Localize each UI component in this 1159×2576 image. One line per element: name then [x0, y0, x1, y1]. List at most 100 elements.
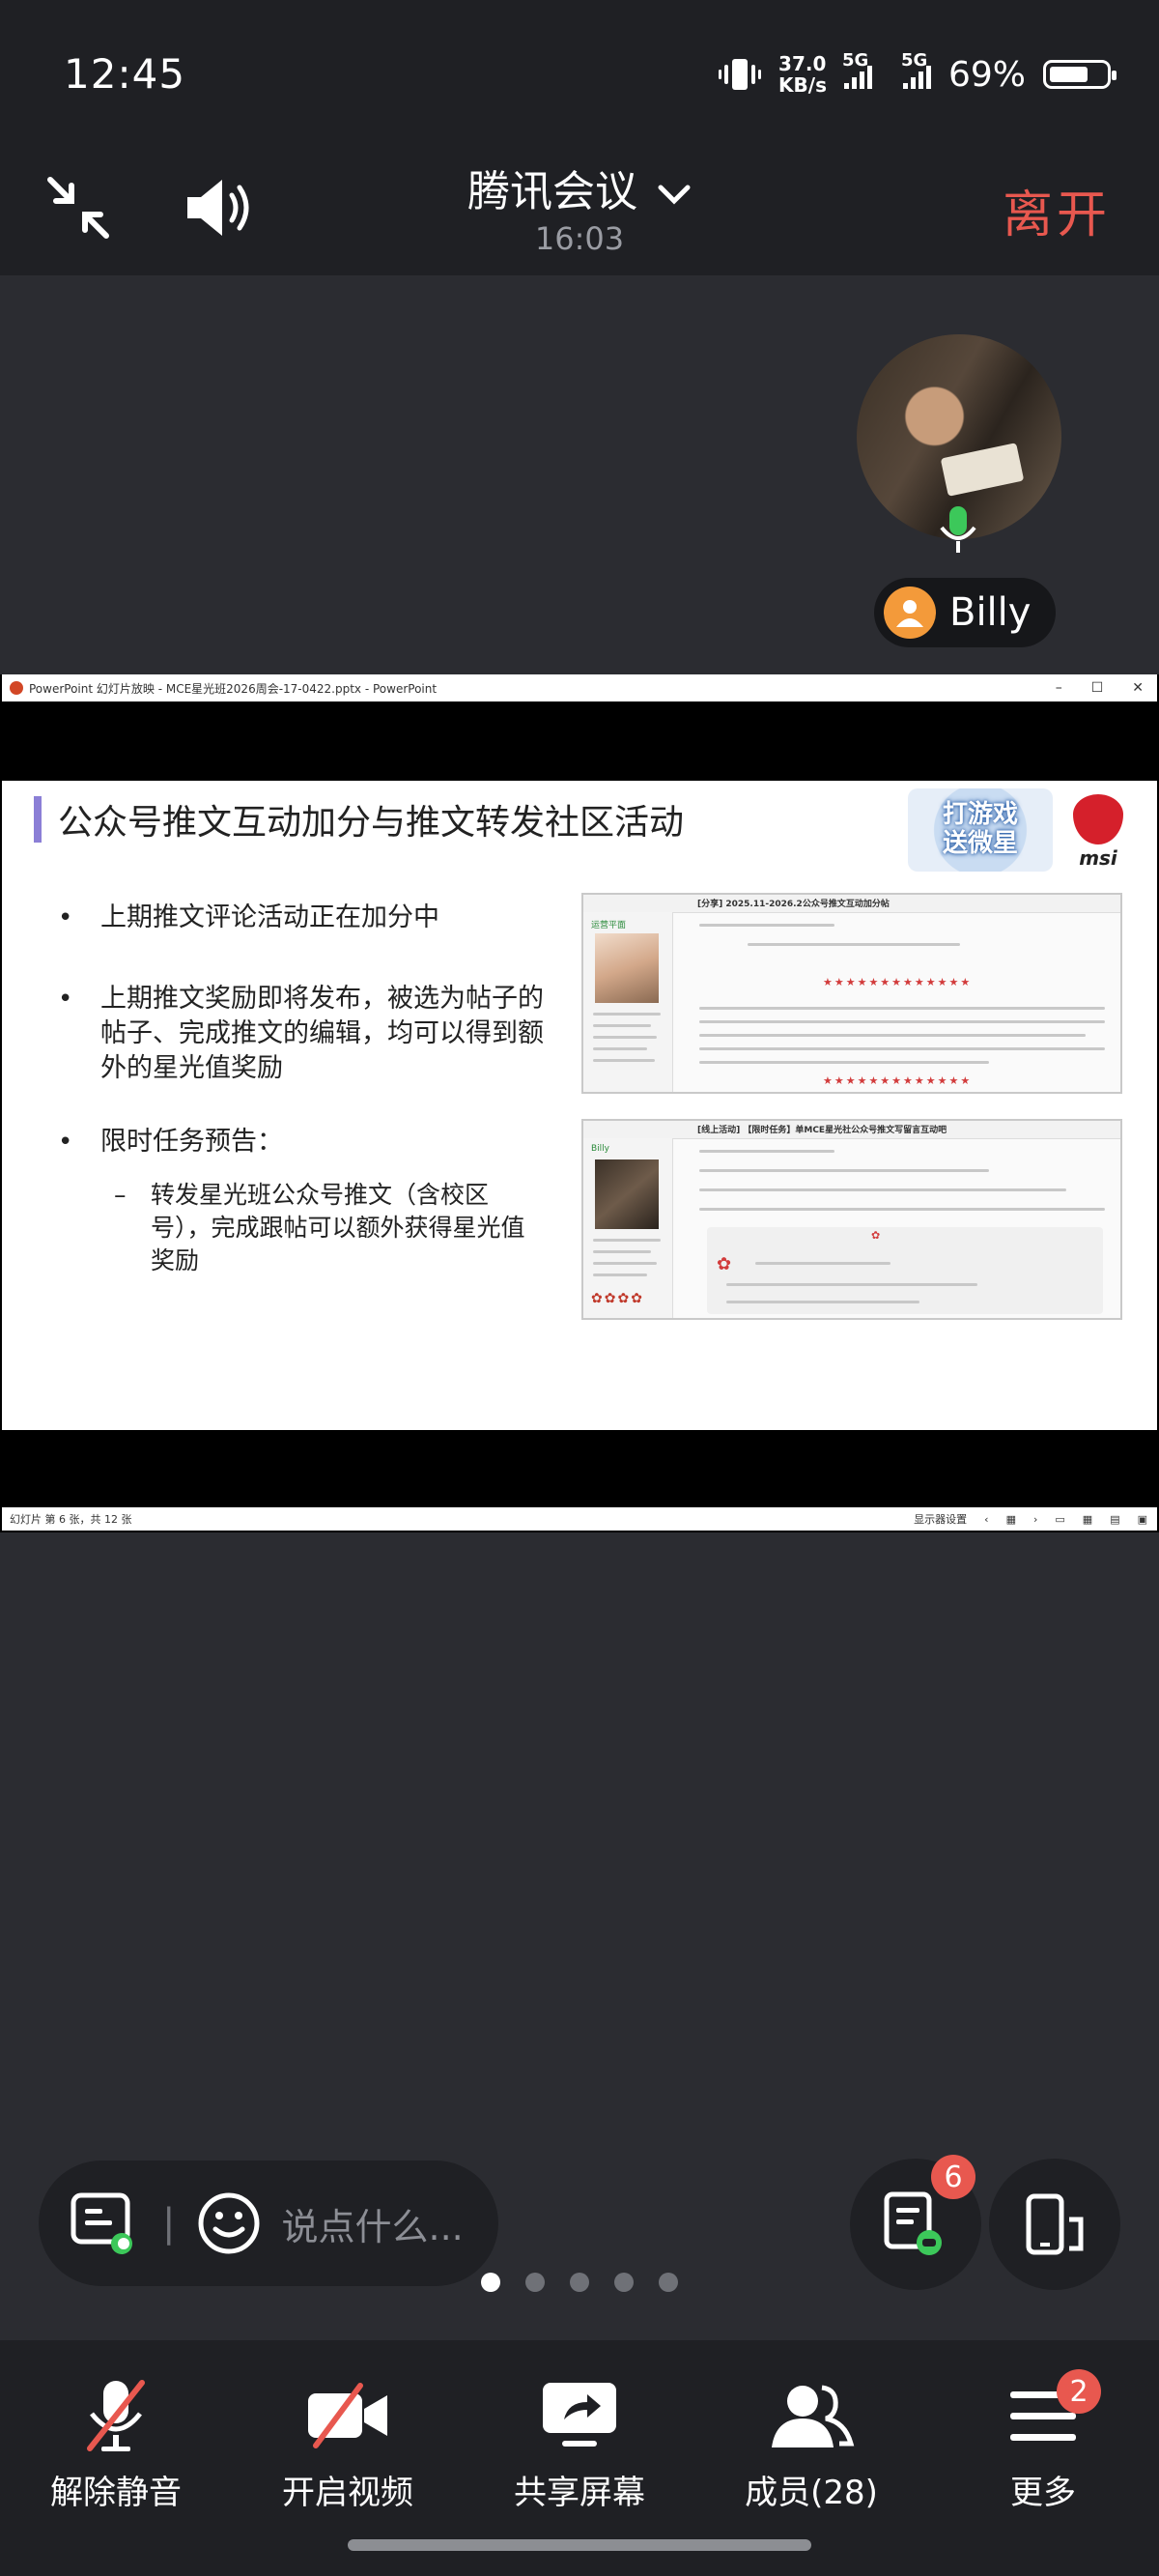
brand-badge-text: 打游戏 送微星 — [942, 800, 1018, 858]
home-indicator[interactable] — [348, 2539, 811, 2551]
forum-post-title: [分享] 2025.11-2026.2公众号推文互动加分帖 — [697, 900, 890, 909]
ppt-statusbar: 幻灯片 第 6 张，共 12 张 显示器设置 ‹ ▦ › ▭ ▦ ▤ ▣ — [2, 1507, 1157, 1531]
slide-bullet: • 上期推文奖励即将发布，被选为帖子的帖子、完成推文的编辑，均可以得到额外的星光… — [58, 982, 545, 1086]
more-badge: 2 — [1057, 2369, 1101, 2414]
switch-device-button[interactable] — [989, 2159, 1120, 2290]
leave-button[interactable]: 离开 — [1003, 174, 1111, 246]
document-icon — [884, 2191, 942, 2255]
status-indicators: 37.0 KB/s 5G 5G 69% — [719, 50, 1117, 99]
battery-icon — [1043, 60, 1117, 89]
chat-bar[interactable]: | 说点什么... — [39, 2161, 498, 2286]
badge-row: ✿✿✿✿ — [591, 1291, 644, 1306]
meeting-timer: 16:03 — [534, 220, 625, 257]
bullet-text: 上期推文评论活动正在加分中 — [100, 902, 439, 932]
forum-user-avatar — [595, 933, 659, 1003]
net-speed-value: 37.0 — [778, 52, 827, 75]
page-dot[interactable] — [525, 2273, 545, 2292]
chat-divider: | — [162, 2201, 176, 2246]
msi-logo-text: msi — [1079, 846, 1117, 870]
msi-dragon-shield-icon — [1073, 794, 1123, 844]
normal-view-icon: ▭ — [1055, 1512, 1065, 1526]
slide-bullet: • 上期推文评论活动正在加分中 — [58, 901, 574, 935]
dash-icon: – — [114, 1181, 127, 1209]
meeting-title[interactable]: 腾讯会议 — [0, 157, 1159, 218]
slide-counter: 幻灯片 第 6 张，共 12 张 — [10, 1513, 132, 1526]
next-slide-icon: › — [1032, 1512, 1038, 1526]
net-speed: 37.0 KB/s — [778, 53, 827, 96]
net-speed-unit: KB/s — [778, 73, 827, 97]
minimize-window-icon: – — [1055, 680, 1062, 696]
members-label: 成员(28) — [745, 2474, 878, 2512]
page-dot[interactable] — [614, 2273, 634, 2292]
page-indicator — [0, 2273, 1159, 2292]
forum-post-title: [线上活动] 【限时任务】单MCE星光社公众号推文写留言互动吧 — [697, 1126, 947, 1135]
page-dot[interactable] — [481, 2273, 500, 2292]
prev-slide-icon: ‹ — [984, 1512, 989, 1526]
video-label: 开启视频 — [282, 2474, 413, 2512]
phone-to-tablet-icon — [1026, 2193, 1084, 2255]
emoji-icon[interactable] — [196, 2190, 262, 2256]
forum-screenshot: [线上活动] 【限时任务】单MCE星光社公众号推文写留言互动吧 Billy ✿✿… — [581, 1119, 1122, 1320]
share-label: 共享屏幕 — [514, 2474, 645, 2512]
video-off-icon — [308, 2383, 387, 2448]
user-avatar-icon — [884, 587, 936, 639]
display-settings: 显示器设置 — [914, 1513, 968, 1526]
chevron-down-icon — [658, 185, 691, 205]
ppt-titlebar: PowerPoint 幻灯片放映 - MCE星光班2026周会-17-0422.… — [2, 674, 1157, 701]
bullet-dot-icon: • — [58, 903, 73, 932]
notes-badge: 6 — [931, 2155, 975, 2199]
slide-bullet: • 限时任务预告： — [58, 1125, 545, 1159]
forum-user-name: Billy — [591, 1144, 610, 1154]
start-video-button[interactable]: 开启视频 — [251, 2377, 444, 2513]
page-dot[interactable] — [570, 2273, 589, 2292]
shared-screen[interactable]: PowerPoint 幻灯片放映 - MCE星光班2026周会-17-0422.… — [0, 674, 1159, 1532]
signal-label: 5G — [900, 50, 928, 71]
slide: 公众号推文互动加分与推文转发社区活动 打游戏 送微星 msi • 上期推文评论活… — [2, 781, 1157, 1430]
reading-view-icon: ▤ — [1110, 1512, 1120, 1526]
window-controls: – ☐ ✕ — [1056, 680, 1157, 696]
chat-input[interactable]: 说点什么... — [281, 2197, 463, 2250]
status-bar: 12:45 37.0 KB/s 5G 5G 69% — [0, 0, 1159, 145]
quote-block: ✿ ✿ — [707, 1227, 1103, 1314]
mic-active-icon — [940, 506, 976, 553]
bullet-text: 上期推文奖励即将发布，被选为帖子的帖子、完成推文的编辑，均可以得到额外的星光值奖… — [100, 984, 544, 1083]
meeting-title-text: 腾讯会议 — [467, 167, 637, 216]
maximize-window-icon: ☐ — [1090, 680, 1104, 696]
close-window-icon: ✕ — [1132, 680, 1144, 696]
sub-bullet-text: 转发星光班公众号推文（含校区号），完成跟帖可以额外获得星光值奖励 — [151, 1181, 525, 1274]
signal-icon-1: 5G — [842, 50, 872, 89]
slide-sub-bullet: – 转发星光班公众号推文（含校区号），完成跟帖可以额外获得星光值奖励 — [114, 1179, 543, 1277]
page-dot[interactable] — [659, 2273, 678, 2292]
signal-label: 5G — [841, 50, 869, 71]
bullet-dot-icon: • — [58, 985, 73, 1014]
vibrate-icon — [719, 59, 762, 90]
mic-muted-icon — [87, 2380, 145, 2451]
sorter-view-icon: ▦ — [1082, 1512, 1093, 1526]
forum-screenshot: [分享] 2025.11-2026.2公众号推文互动加分帖 运营平面 ★★★★★… — [581, 893, 1122, 1094]
participant-name: Billy — [949, 590, 1032, 635]
ppt-window-title: PowerPoint 幻灯片放映 - MCE星光班2026周会-17-0422.… — [29, 681, 438, 696]
status-time: 12:45 — [64, 50, 186, 98]
members-icon — [772, 2385, 855, 2447]
share-screen-icon — [543, 2383, 616, 2447]
chat-list-icon[interactable] — [70, 2191, 137, 2255]
notes-button[interactable]: 6 — [850, 2155, 981, 2290]
slideshow-view-icon: ▣ — [1137, 1512, 1147, 1526]
forum-user-name: 运营平面 — [591, 921, 627, 930]
brand-badge: 打游戏 送微星 — [908, 788, 1053, 872]
signal-icon-2: 5G — [901, 50, 931, 89]
title-accent-bar — [34, 796, 42, 843]
share-screen-button[interactable]: 共享屏幕 — [483, 2377, 676, 2513]
more-label: 更多 — [1010, 2474, 1076, 2512]
members-button[interactable]: 成员(28) — [715, 2377, 908, 2513]
slide-grid-icon: ▦ — [1005, 1512, 1016, 1526]
participant-name-tag: Billy — [874, 578, 1057, 647]
forum-user-avatar — [595, 1159, 659, 1229]
msi-logo: msi — [1064, 794, 1132, 872]
slide-title: 公众号推文互动加分与推文转发社区活动 — [58, 803, 685, 843]
star-row: ★★★★★★★★★★★★★ — [823, 976, 973, 988]
powerpoint-icon — [10, 681, 23, 695]
battery-percent: 69% — [947, 54, 1026, 95]
unmute-button[interactable]: 解除静音 — [19, 2377, 212, 2513]
more-button[interactable]: 更多 2 — [947, 2369, 1140, 2513]
